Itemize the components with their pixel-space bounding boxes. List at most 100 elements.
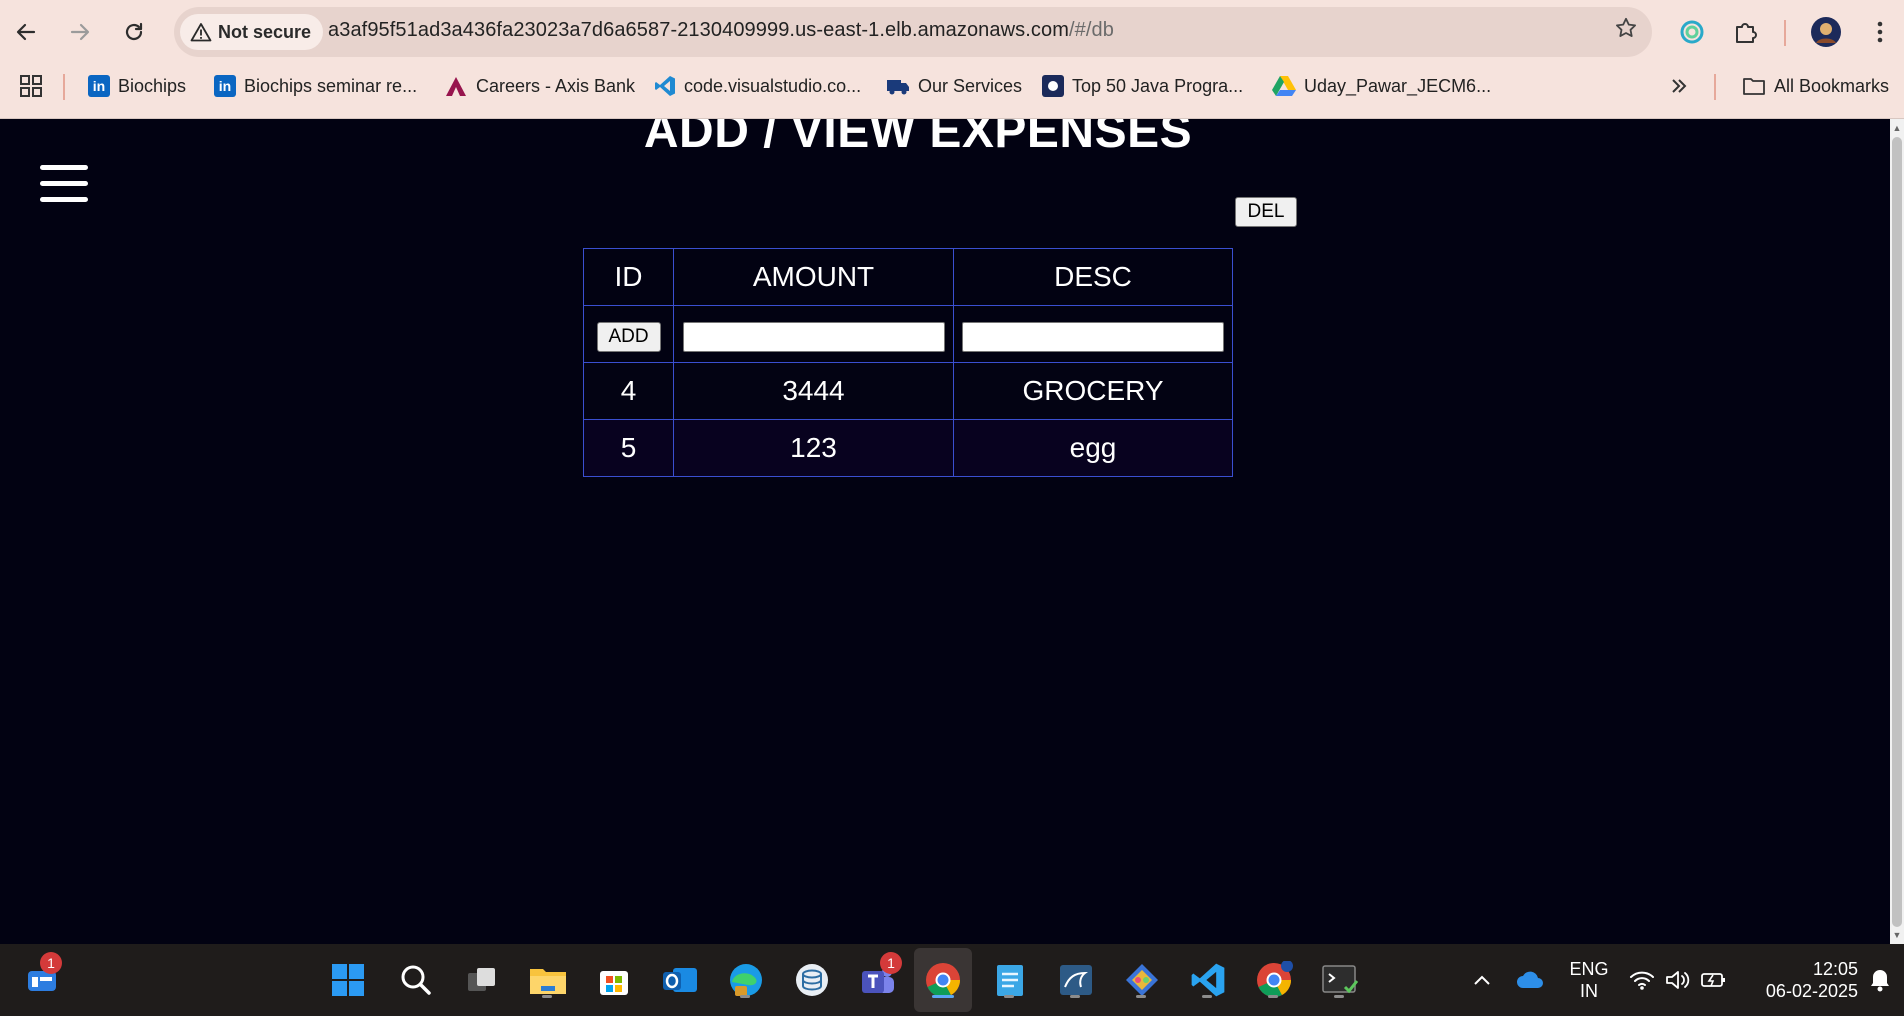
- windows-logo-icon: [332, 964, 364, 996]
- back-arrow-icon: [16, 23, 36, 41]
- notifications-button[interactable]: [1862, 958, 1898, 1002]
- folder-icon: [530, 969, 566, 994]
- bookmarks-bar: in Biochips in Biochips seminar re... Ca…: [0, 66, 1904, 106]
- page-title: ADD / VIEW EXPENSES: [643, 119, 1193, 158]
- bookmarks-divider: [63, 74, 65, 100]
- forward-button[interactable]: [58, 10, 102, 54]
- language-indicator[interactable]: ENG IN: [1566, 958, 1612, 1002]
- all-bookmarks-button[interactable]: All Bookmarks: [1742, 72, 1889, 100]
- reload-icon: [125, 22, 143, 41]
- edge-button[interactable]: [724, 958, 768, 1002]
- desc-input[interactable]: [962, 321, 1224, 352]
- chrome-icon: [1257, 961, 1293, 998]
- vscode-button[interactable]: [1186, 958, 1230, 1002]
- bookmark-biochips-seminar[interactable]: in Biochips seminar re...: [214, 72, 417, 100]
- edge-icon: [730, 964, 762, 996]
- terminal-button[interactable]: [1318, 958, 1362, 1002]
- running-indicator: [1070, 995, 1080, 998]
- expenses-table: ID AMOUNT DESC ADD 4 3444 GROCERY 5 123 …: [583, 248, 1233, 477]
- widgets-button[interactable]: 1: [20, 952, 64, 1002]
- chrome-button[interactable]: [921, 958, 965, 1002]
- battery-status[interactable]: [1696, 958, 1732, 1002]
- hamburger-line: [40, 181, 88, 186]
- linkedin-icon: in: [88, 75, 110, 97]
- star-icon: [1616, 17, 1636, 37]
- vscode-icon: [1191, 963, 1225, 997]
- vertical-scrollbar[interactable]: ▲ ▼: [1890, 119, 1904, 944]
- table-row[interactable]: 4 3444 GROCERY: [583, 362, 1233, 420]
- column-header-id: ID: [583, 248, 674, 306]
- hamburger-line: [40, 197, 88, 202]
- terminal-icon: [1322, 965, 1359, 994]
- bookmark-vscode[interactable]: code.visualstudio.co...: [654, 72, 861, 100]
- table-row[interactable]: 5 123 egg: [583, 419, 1233, 477]
- extensions-button[interactable]: [1726, 12, 1766, 52]
- bookmark-top-50-java[interactable]: Top 50 Java Progra...: [1042, 72, 1243, 100]
- add-row: ADD: [583, 305, 1233, 363]
- outlook-button[interactable]: [658, 958, 702, 1002]
- bookmark-label: Uday_Pawar_JECM6...: [1304, 75, 1492, 96]
- onedrive-button[interactable]: [1510, 958, 1550, 1002]
- apps-button[interactable]: [20, 72, 42, 100]
- wifi-status[interactable]: [1624, 958, 1660, 1002]
- start-button[interactable]: [326, 958, 370, 1002]
- axis-bank-icon: [446, 77, 466, 96]
- cell-id: 4: [583, 362, 674, 420]
- bookmark-uday-pawar[interactable]: Uday_Pawar_JECM6...: [1272, 72, 1491, 100]
- bookmark-star-button[interactable]: [1614, 16, 1638, 47]
- reload-button[interactable]: [112, 10, 156, 54]
- windows-taskbar: 1 1 ENG IN 12:05 06-02-2025: [0, 944, 1904, 1016]
- more-bookmarks-button[interactable]: [1670, 72, 1688, 100]
- snipping-tool-button[interactable]: [1120, 958, 1164, 1002]
- browser-menu-button[interactable]: [1860, 12, 1900, 52]
- running-indicator: [1202, 995, 1212, 998]
- del-button[interactable]: DEL: [1235, 197, 1297, 227]
- mysql-workbench-button[interactable]: [1054, 958, 1098, 1002]
- add-cell: ADD: [583, 305, 674, 363]
- task-view-icon: [468, 968, 495, 991]
- back-button[interactable]: [4, 10, 48, 54]
- desc-cell: [953, 305, 1233, 363]
- teams-button[interactable]: 1: [856, 952, 902, 1002]
- running-indicator: [1334, 995, 1344, 998]
- region-label: IN: [1580, 981, 1598, 1001]
- copilot-extension-button[interactable]: [1672, 12, 1712, 52]
- microsoft-store-button[interactable]: [592, 958, 636, 1002]
- store-icon: [600, 971, 628, 995]
- bookmark-axis-careers[interactable]: Careers - Axis Bank: [444, 72, 635, 100]
- cell-id: 5: [583, 419, 674, 477]
- double-chevron-right-icon: [1672, 79, 1687, 93]
- clock[interactable]: 12:05 06-02-2025: [1744, 958, 1858, 1002]
- add-button[interactable]: ADD: [596, 321, 661, 352]
- search-button[interactable]: [394, 958, 438, 1002]
- column-header-desc: DESC: [953, 248, 1233, 306]
- hamburger-menu-button[interactable]: [40, 165, 90, 205]
- scroll-thumb[interactable]: [1892, 137, 1902, 927]
- page-content: ADD / VIEW EXPENSES DEL ID AMOUNT DESC A…: [0, 119, 1890, 944]
- file-explorer-button[interactable]: [526, 958, 570, 1002]
- truck-icon: [887, 80, 909, 95]
- chrome-profile-button[interactable]: [1252, 958, 1296, 1002]
- notepad-button[interactable]: [988, 958, 1032, 1002]
- show-hidden-icons-button[interactable]: [1462, 958, 1502, 1002]
- address-bar[interactable]: Not secure a3af95f51ad3a436fa23023a7d6a6…: [174, 7, 1652, 57]
- bookmark-biochips[interactable]: in Biochips: [88, 72, 186, 100]
- scissors-icon: [1126, 964, 1158, 996]
- security-chip[interactable]: Not secure: [180, 14, 324, 50]
- avatar-icon: [1811, 17, 1841, 47]
- task-view-button[interactable]: [460, 958, 504, 1002]
- url-text[interactable]: a3af95f51ad3a436fa23023a7d6a6587-2130409…: [328, 19, 1114, 42]
- scroll-up-arrow-icon[interactable]: ▲: [1890, 121, 1904, 135]
- amount-input[interactable]: [682, 321, 945, 352]
- scroll-down-arrow-icon[interactable]: ▼: [1890, 928, 1904, 942]
- running-indicator: [1136, 995, 1146, 998]
- profile-avatar-button[interactable]: [1806, 12, 1846, 52]
- all-bookmarks-label: All Bookmarks: [1774, 75, 1890, 96]
- wifi-icon: [1630, 971, 1654, 990]
- bookmark-our-services[interactable]: Our Services: [886, 72, 1022, 100]
- cell-amount: 123: [673, 419, 954, 477]
- battery-charging-icon: [1701, 973, 1725, 987]
- volume-status[interactable]: [1660, 958, 1696, 1002]
- puzzle-icon: [1736, 23, 1757, 43]
- database-app-button[interactable]: [790, 958, 834, 1002]
